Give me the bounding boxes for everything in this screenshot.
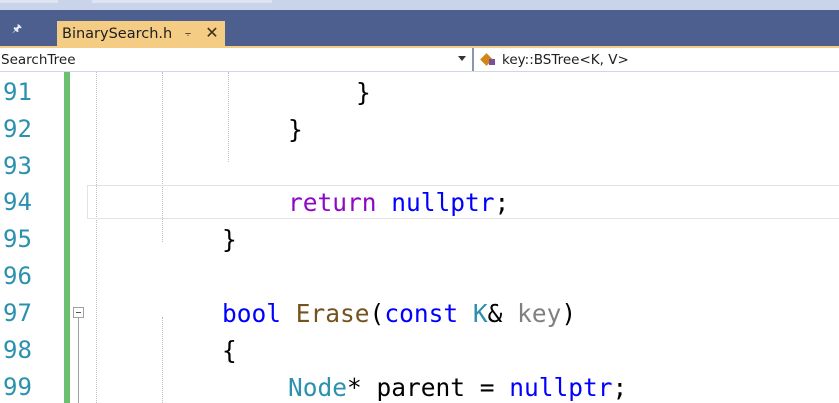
- line-number: 91: [3, 78, 32, 106]
- close-paren: ): [561, 299, 577, 328]
- code-line: 99 Node* parent = nullptr;: [0, 369, 839, 403]
- parameter-name: key: [517, 299, 562, 328]
- code-line: 92 }: [0, 111, 839, 148]
- code-line: 97 bool Erase(const K& key): [0, 295, 839, 332]
- strip-segment: [0, 0, 58, 3]
- member-dropdown[interactable]: key::BSTree<K, V>: [480, 48, 629, 71]
- title-strip: [0, 0, 839, 10]
- type-name: K: [472, 299, 488, 328]
- tab-pin-icon[interactable]: ⨪: [181, 26, 195, 40]
- line-number: 93: [3, 152, 32, 180]
- code-line: 95 }: [0, 221, 839, 258]
- code-editor[interactable]: 91 } 92 } 93 94 return nullptr; 95 } 96 …: [0, 72, 839, 403]
- keyword-const: const: [384, 299, 459, 328]
- type-name: Node: [288, 373, 348, 402]
- member-dropdown-value: key::BSTree<K, V>: [502, 51, 629, 68]
- tab-title: BinarySearch.h: [62, 25, 173, 42]
- line-number: 97: [3, 299, 32, 327]
- code-text: }: [356, 78, 371, 107]
- pin-icon[interactable]: 🖈: [10, 22, 24, 36]
- code-line: 93: [0, 148, 839, 185]
- scope-dropdown-value: SearchTree: [1, 51, 76, 68]
- code-text: return nullptr;: [288, 184, 509, 221]
- nav-divider: [472, 48, 474, 71]
- semicolon: ;: [612, 373, 628, 402]
- code-text: {: [222, 336, 237, 365]
- code-text: }: [288, 115, 303, 144]
- line-number: 99: [3, 373, 32, 401]
- code-line: 96: [0, 258, 839, 295]
- strip-segment: [92, 0, 272, 3]
- class-icon: [480, 52, 498, 67]
- line-number: 92: [3, 115, 32, 143]
- code-text: Node* parent = nullptr;: [288, 369, 627, 403]
- semicolon: ;: [494, 188, 510, 217]
- tab-close-icon[interactable]: ✕: [203, 24, 221, 42]
- tab-binarysearch-h[interactable]: BinarySearch.h ⨪ ✕: [57, 21, 225, 46]
- line-number: 95: [3, 225, 32, 253]
- line-number: 98: [3, 336, 32, 364]
- open-paren: (: [369, 299, 385, 328]
- code-text: bool Erase(const K& key): [222, 295, 576, 332]
- navigation-bar: SearchTree key::BSTree<K, V>: [0, 48, 839, 72]
- chevron-down-icon[interactable]: [458, 56, 466, 61]
- keyword-bool: bool: [222, 299, 282, 328]
- line-number: 96: [3, 262, 32, 290]
- ampersand: &: [487, 299, 503, 328]
- keyword-nullptr: nullptr: [391, 188, 495, 217]
- code-fragment: * parent =: [347, 373, 510, 402]
- keyword-nullptr: nullptr: [509, 373, 613, 402]
- line-number: 94: [3, 188, 32, 216]
- keyword-return: return: [288, 188, 377, 217]
- code-line: 98 {: [0, 332, 839, 369]
- function-name: Erase: [295, 299, 370, 328]
- code-line: 91 }: [0, 74, 839, 111]
- code-text: }: [222, 225, 237, 254]
- scope-dropdown[interactable]: SearchTree: [0, 48, 470, 71]
- document-tab-bar: 🖈 BinarySearch.h ⨪ ✕: [0, 10, 839, 46]
- code-line: 94 return nullptr;: [0, 184, 839, 221]
